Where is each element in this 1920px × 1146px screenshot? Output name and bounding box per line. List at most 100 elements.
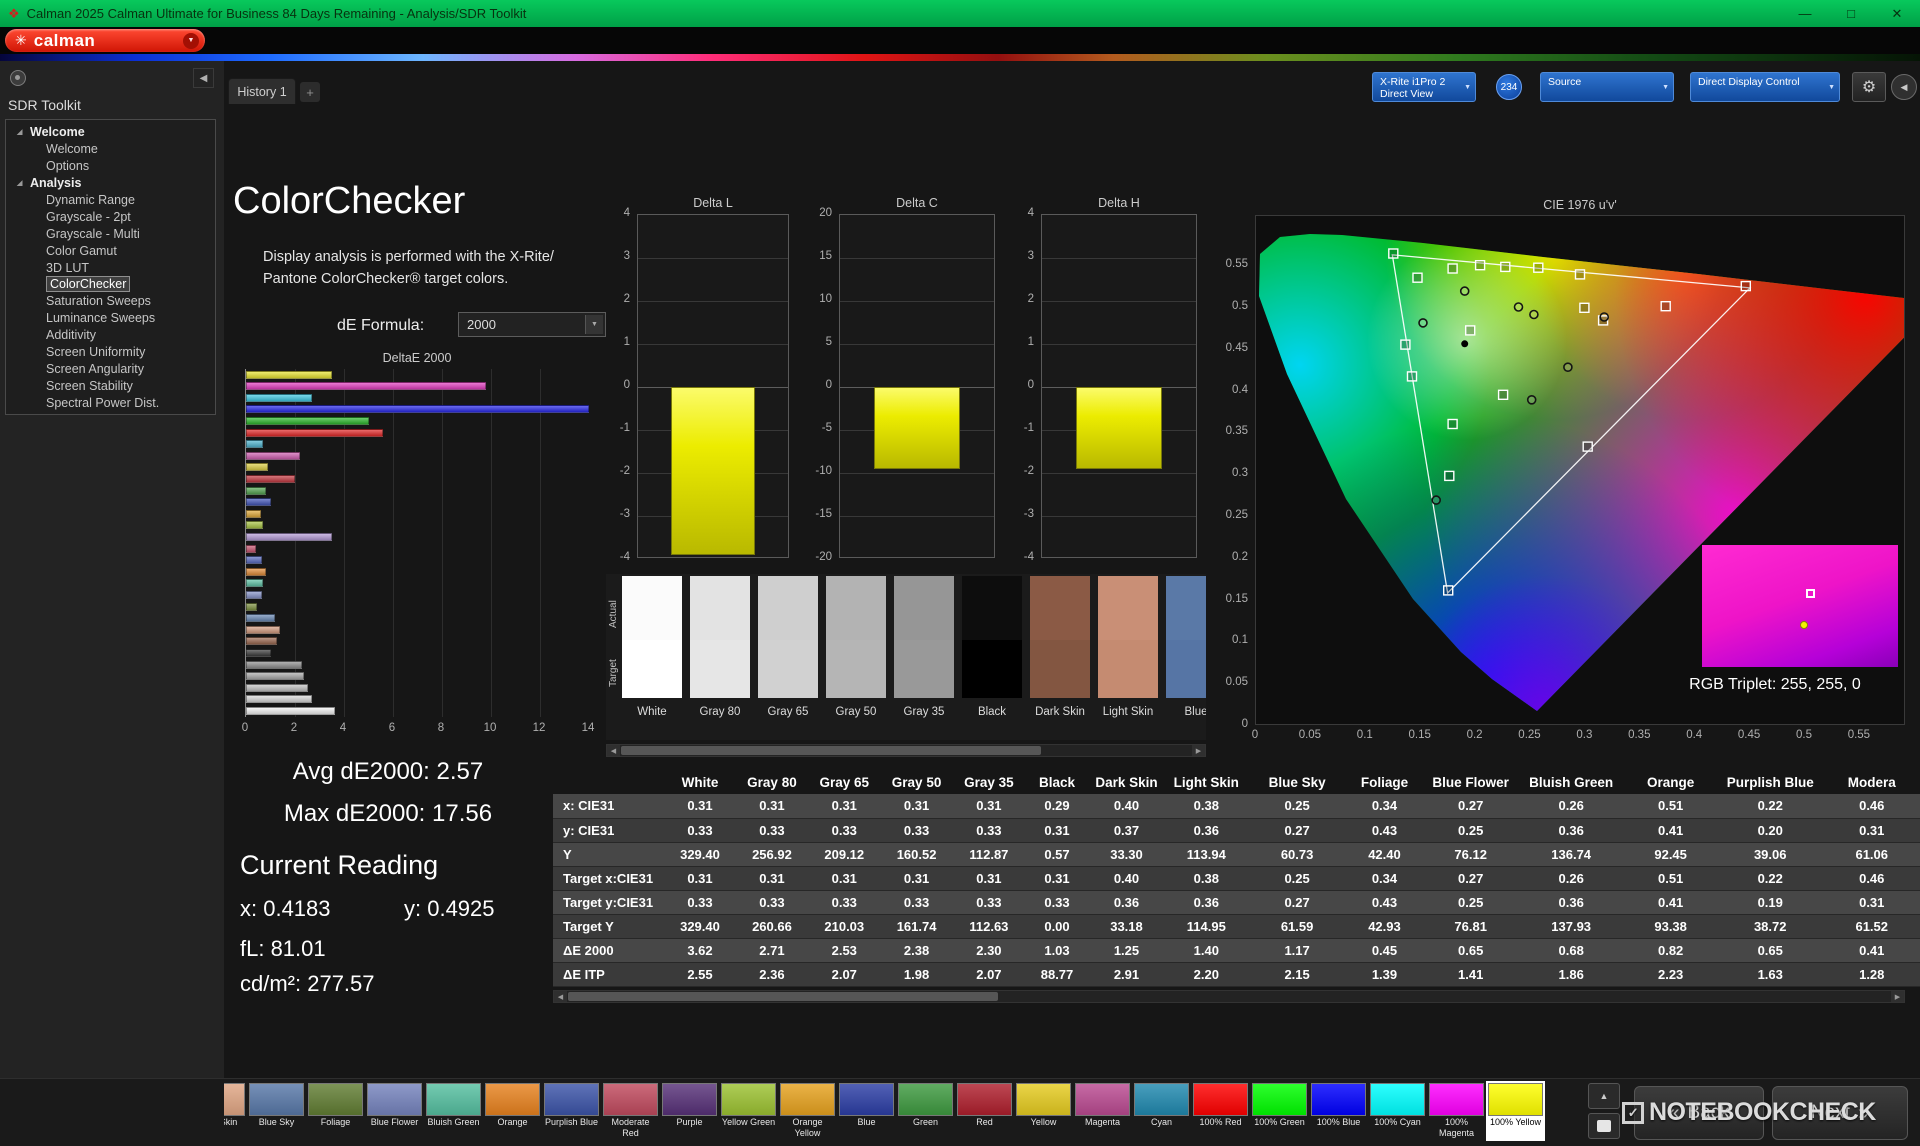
calman-logo[interactable]: ✳ calman ▼: [5, 29, 205, 52]
patch-button-purple[interactable]: Purple: [662, 1083, 717, 1139]
axis-tick-label: 8: [430, 722, 452, 734]
patch-color: [249, 1083, 304, 1116]
sidebar-item-welcome[interactable]: Welcome: [6, 141, 215, 158]
patch-button-orange[interactable]: Orange: [485, 1083, 540, 1139]
sidebar-item-color-gamut[interactable]: Color Gamut: [6, 242, 215, 259]
axis-tick-label: 1: [598, 336, 630, 348]
table-cell: 33.30: [1089, 842, 1164, 866]
swatch-blue[interactable]: Blue: [1166, 576, 1206, 698]
target-point-marker: [1401, 340, 1410, 349]
deltae2000-x-axis: 02468101214: [245, 722, 615, 736]
add-tab-button[interactable]: +: [300, 82, 320, 102]
swatch-dark-skin[interactable]: Dark Skin: [1030, 576, 1090, 698]
sidebar-record-button[interactable]: [10, 70, 26, 86]
patch-button-100-cyan[interactable]: 100% Cyan: [1370, 1083, 1425, 1139]
patch-button-100-magenta[interactable]: 100% Magenta: [1429, 1083, 1484, 1139]
patch-button-cyan[interactable]: Cyan: [1134, 1083, 1189, 1139]
scroll-right-icon[interactable]: ▶: [1891, 991, 1904, 1002]
axis-tick-label: 0.35: [1210, 425, 1248, 437]
swatch-gray-65[interactable]: Gray 65: [758, 576, 818, 698]
scrollbar-thumb[interactable]: [621, 746, 1041, 755]
table-corner-cell: [553, 770, 664, 794]
swatch-gray-50[interactable]: Gray 50: [826, 576, 886, 698]
swatch-gray-80[interactable]: Gray 80: [690, 576, 750, 698]
collapse-panel-button[interactable]: ◀: [1891, 74, 1917, 100]
sidebar-item-colorchecker[interactable]: ColorChecker: [6, 276, 215, 293]
sidebar-item-grayscale-2pt[interactable]: Grayscale - 2pt: [6, 208, 215, 225]
sidebar-item-analysis[interactable]: ◢Analysis: [6, 175, 215, 192]
patch-button-light-skin[interactable]: Light Skin: [224, 1083, 245, 1139]
close-button[interactable]: ✕: [1874, 0, 1920, 27]
table-cell: 0.31: [953, 794, 1025, 818]
swatch-target-color: [690, 640, 750, 698]
sidebar-item-screen-stability[interactable]: Screen Stability: [6, 377, 215, 394]
axis-tick-label: 0.35: [1619, 729, 1659, 741]
table-scrollbar[interactable]: ◀ ▶: [553, 990, 1905, 1003]
sidebar-item-screen-uniformity[interactable]: Screen Uniformity: [6, 344, 215, 361]
delta-c-y-axis: 20151050-5-10-15-20: [803, 214, 835, 558]
settings-button[interactable]: ⚙: [1852, 72, 1886, 102]
meter-count-badge[interactable]: 234: [1496, 74, 1522, 100]
gridline: [638, 344, 788, 345]
patch-button-blue[interactable]: Blue: [839, 1083, 894, 1139]
max-de2000-stat: Max dE2000: 17.56: [238, 800, 538, 828]
patch-label: Foliage: [308, 1117, 363, 1139]
patch-label: Light Skin: [224, 1117, 245, 1139]
tree-expand-icon[interactable]: ◢: [17, 179, 22, 187]
patch-button-foliage[interactable]: Foliage: [308, 1083, 363, 1139]
sidebar-item-screen-angularity[interactable]: Screen Angularity: [6, 360, 215, 377]
sidebar-item-additivity[interactable]: Additivity: [6, 327, 215, 344]
table-cell: 0.33: [808, 890, 880, 914]
patch-button-yellow-green[interactable]: Yellow Green: [721, 1083, 776, 1139]
minimize-button[interactable]: —: [1782, 0, 1828, 27]
scroll-left-icon[interactable]: ◀: [554, 991, 567, 1002]
table-cell: 61.52: [1824, 914, 1920, 938]
scrollbar-thumb[interactable]: [568, 992, 998, 1001]
table-row-e-2000: ΔE 20003.622.712.532.382.301.031.251.401…: [553, 938, 1920, 962]
sidebar-collapse-button[interactable]: ◀: [193, 68, 214, 88]
maximize-button[interactable]: □: [1828, 0, 1874, 27]
swatch-gray-35[interactable]: Gray 35: [894, 576, 954, 698]
patch-button-100-blue[interactable]: 100% Blue: [1311, 1083, 1366, 1139]
deltae-bar-white: [246, 707, 335, 715]
patch-button-blue-flower[interactable]: Blue Flower: [367, 1083, 422, 1139]
chevron-down-icon[interactable]: ▼: [183, 33, 199, 49]
swatch-black[interactable]: Black: [962, 576, 1022, 698]
sidebar-item-3d-lut[interactable]: 3D LUT: [6, 259, 215, 276]
sidebar-item-saturation-sweeps[interactable]: Saturation Sweeps: [6, 293, 215, 310]
patch-button-100-red[interactable]: 100% Red: [1193, 1083, 1248, 1139]
sidebar-item-spectral-power-dist[interactable]: Spectral Power Dist.: [6, 394, 215, 411]
sidebar-item-options[interactable]: Options: [6, 158, 215, 175]
patch-button-bluish-green[interactable]: Bluish Green: [426, 1083, 481, 1139]
meter-dropdown[interactable]: X-Rite i1Pro 2 Direct View ▼: [1372, 72, 1476, 102]
sidebar-item-welcome[interactable]: ◢Welcome: [6, 124, 215, 141]
patch-button-green[interactable]: Green: [898, 1083, 953, 1139]
calman-window: ❖ Calman 2025 Calman Ultimate for Busine…: [0, 0, 1920, 1146]
patch-button-purplish-blue[interactable]: Purplish Blue: [544, 1083, 599, 1139]
tree-expand-icon[interactable]: ◢: [17, 128, 22, 136]
sidebar-item-grayscale-multi[interactable]: Grayscale - Multi: [6, 225, 215, 242]
patch-button-yellow[interactable]: Yellow: [1016, 1083, 1071, 1139]
display-control-dropdown[interactable]: Direct Display Control ▼: [1690, 72, 1840, 102]
tab-history-1[interactable]: History 1: [228, 78, 296, 104]
scroll-right-icon[interactable]: ▶: [1192, 745, 1205, 756]
patch-color: [426, 1083, 481, 1116]
source-dropdown[interactable]: Source ▼: [1540, 72, 1674, 102]
patch-button-orange-yellow[interactable]: Orange Yellow: [780, 1083, 835, 1139]
scroll-left-icon[interactable]: ◀: [607, 745, 620, 756]
swatch-light-skin[interactable]: Light Skin: [1098, 576, 1158, 698]
table-cell: 76.12: [1423, 842, 1518, 866]
swatch-white[interactable]: White: [622, 576, 682, 698]
patch-button-100-green[interactable]: 100% Green: [1252, 1083, 1307, 1139]
patch-button-100-yellow[interactable]: 100% Yellow: [1488, 1083, 1543, 1139]
expand-panel-button[interactable]: ▲: [1588, 1083, 1620, 1109]
de-formula-dropdown[interactable]: 2000 ▼: [458, 312, 606, 337]
patch-button-magenta[interactable]: Magenta: [1075, 1083, 1130, 1139]
swatch-scrollbar[interactable]: ◀ ▶: [606, 744, 1206, 757]
patch-button-blue-sky[interactable]: Blue Sky: [249, 1083, 304, 1139]
sidebar-item-luminance-sweeps[interactable]: Luminance Sweeps: [6, 310, 215, 327]
sidebar-item-dynamic-range[interactable]: Dynamic Range: [6, 192, 215, 209]
stop-button[interactable]: [1588, 1113, 1620, 1139]
patch-button-moderate-red[interactable]: Moderate Red: [603, 1083, 658, 1139]
patch-button-red[interactable]: Red: [957, 1083, 1012, 1139]
